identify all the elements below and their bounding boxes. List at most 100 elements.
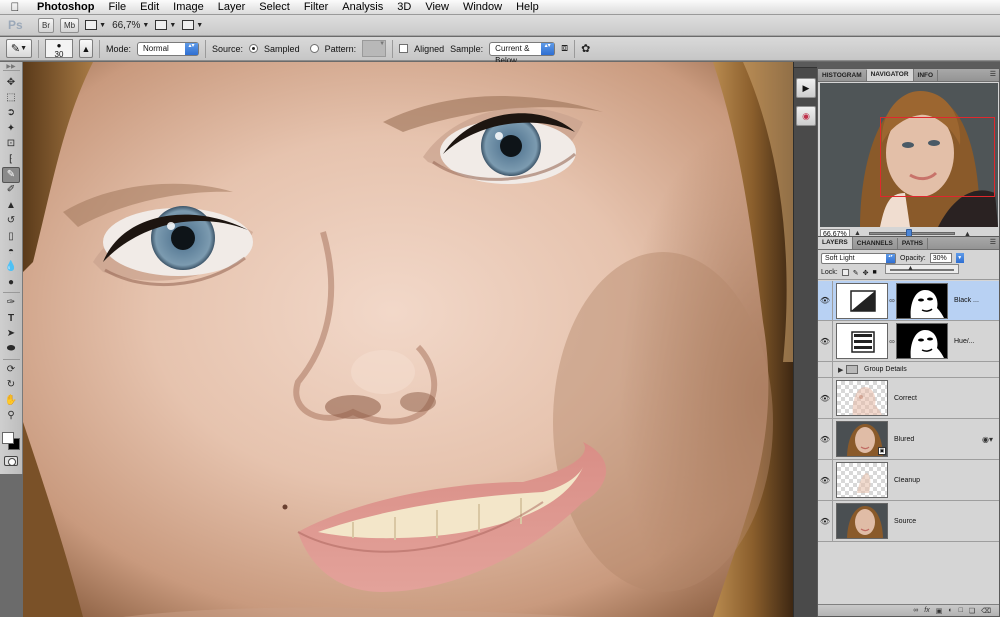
layer-name[interactable]: Group Details	[858, 366, 907, 373]
blend-mode-select[interactable]: Soft Light	[821, 252, 896, 264]
quick-selection-tool-icon[interactable]: ✦	[2, 121, 20, 136]
menu-view[interactable]: View	[418, 0, 456, 15]
blur-tool-icon[interactable]: 💧	[2, 260, 20, 275]
link-icon[interactable]: ∞	[888, 296, 896, 305]
visibility-eye-icon[interactable]: 👁	[818, 501, 833, 541]
lasso-tool-icon[interactable]: ➲	[2, 106, 20, 121]
layer-name[interactable]: Black ...	[948, 297, 979, 304]
marquee-tool-icon[interactable]: ⬚	[2, 90, 20, 105]
color-swatches[interactable]	[1, 430, 21, 452]
menu-layer[interactable]: Layer	[211, 0, 253, 15]
opacity-field[interactable]: 30%	[929, 253, 952, 263]
apple-menu-icon[interactable]: 	[0, 0, 30, 14]
move-tool-icon[interactable]: ✥	[2, 75, 20, 90]
trash-icon[interactable]: ⌫	[981, 607, 991, 615]
opacity-slider-knob[interactable]: ▲	[907, 265, 914, 273]
smart-filter-icon[interactable]: ◉▾	[982, 435, 993, 444]
bridge-button[interactable]: Br	[38, 17, 54, 33]
lock-position-icon[interactable]: ✥	[863, 269, 869, 277]
lock-transparency-icon[interactable]	[841, 269, 849, 276]
link-icon[interactable]: ∞	[913, 607, 918, 614]
arrange-documents-dropdown[interactable]: ▼	[155, 20, 176, 30]
menu-3d[interactable]: 3D	[390, 0, 418, 15]
menu-window[interactable]: Window	[456, 0, 509, 15]
zoom-level-dropdown[interactable]: 66,7% ▼	[112, 20, 149, 31]
panel-menu-icon[interactable]: ☰	[990, 70, 996, 78]
layer-name[interactable]: Blured	[888, 436, 914, 443]
tab-histogram[interactable]: HISTOGRAM	[818, 70, 867, 81]
layer-name[interactable]: Cleanup	[888, 477, 920, 484]
visibility-eye-icon[interactable]: 👁	[818, 419, 833, 459]
mini-bridge-button[interactable]: Mb	[60, 17, 80, 33]
clone-stamp-tool-icon[interactable]: ▲	[2, 198, 20, 213]
screen-mode-dropdown[interactable]: ▼	[182, 20, 203, 30]
layer-name[interactable]: Source	[888, 518, 916, 525]
folder-icon[interactable]: □	[959, 607, 963, 614]
eraser-tool-icon[interactable]: ▯	[2, 229, 20, 244]
layer-mask-thumbnail[interactable]	[896, 323, 948, 359]
tab-navigator[interactable]: NAVIGATOR	[866, 69, 914, 81]
clone-source-panel-button[interactable]: ▲	[79, 39, 93, 58]
layer-name[interactable]: Correct	[888, 395, 917, 402]
eyedropper-tool-icon[interactable]: ⁅	[2, 152, 20, 167]
adjustment-icon[interactable]: ◐	[948, 607, 952, 614]
layer-row[interactable]: 👁 Cleanup	[818, 460, 999, 501]
history-panel-button[interactable]: ◉	[796, 106, 816, 126]
dock-grip[interactable]	[794, 62, 818, 68]
visibility-eye-icon[interactable]: 👁	[818, 281, 833, 320]
actions-panel-button[interactable]: ▶	[796, 78, 816, 98]
layer-mask-thumbnail[interactable]	[896, 282, 948, 319]
healing-brush-tool-icon[interactable]: ✎	[2, 167, 20, 183]
navigator-preview[interactable]	[820, 83, 998, 227]
zoom-tool-icon[interactable]: ⚲	[2, 408, 20, 423]
layer-group-row[interactable]: ▶ Group Details	[818, 362, 999, 378]
quick-mask-icon[interactable]	[4, 455, 18, 466]
pressure-size-icon[interactable]: ✿	[581, 42, 590, 55]
view-extras-dropdown[interactable]: ▼	[85, 20, 106, 30]
paint-bucket-tool-icon[interactable]: ◓	[2, 244, 20, 259]
menu-analysis[interactable]: Analysis	[335, 0, 390, 15]
disclosure-triangle-icon[interactable]: ▶	[833, 366, 843, 374]
path-selection-tool-icon[interactable]: ➤	[2, 326, 20, 341]
navigator-zoom-slider[interactable]	[868, 229, 955, 237]
layer-row[interactable]: 👁 ▣ Blured ◉▾	[818, 419, 999, 460]
tab-info[interactable]: INFO	[914, 70, 939, 81]
aligned-checkbox[interactable]	[399, 44, 409, 53]
layer-name[interactable]: Hue/...	[948, 338, 975, 345]
menu-file[interactable]: File	[101, 0, 133, 15]
fx-icon[interactable]: fx	[924, 607, 929, 614]
menu-select[interactable]: Select	[252, 0, 297, 15]
mask-icon[interactable]: ▣	[936, 607, 943, 615]
brush-tool-icon[interactable]: ✐	[2, 183, 20, 198]
new-layer-icon[interactable]: ❏	[969, 607, 975, 615]
history-brush-tool-icon[interactable]: ↺	[2, 214, 20, 229]
visibility-eye-icon[interactable]: 👁	[818, 460, 833, 500]
pattern-picker[interactable]: ▼	[362, 40, 387, 57]
visibility-eye-icon[interactable]: 👁	[818, 378, 833, 418]
brush-picker[interactable]: ● 30	[45, 39, 73, 59]
navigator-view-box[interactable]	[880, 117, 995, 197]
tool-preset-picker[interactable]: ✎ ▼	[6, 39, 32, 58]
opacity-slider-popup[interactable]: ▲	[885, 264, 959, 274]
hand-tool-icon[interactable]: ✋	[2, 393, 20, 408]
tab-channels[interactable]: CHANNELS	[853, 238, 898, 249]
3d-rotate-tool-icon[interactable]: ⟳	[2, 362, 20, 377]
dodge-tool-icon[interactable]: ●	[2, 275, 20, 290]
pattern-radio[interactable]	[309, 44, 319, 53]
shape-tool-icon[interactable]: ⬬	[2, 342, 20, 357]
crop-tool-icon[interactable]: ⊡	[2, 137, 20, 152]
type-tool-icon[interactable]: T	[2, 311, 20, 326]
layer-row[interactable]: 👁 ∞ Hue/...	[818, 321, 999, 362]
panel-menu-icon[interactable]: ☰	[990, 238, 996, 246]
menu-image[interactable]: Image	[166, 0, 211, 15]
opacity-slider-track[interactable]	[890, 269, 954, 271]
sampled-radio[interactable]	[249, 44, 259, 53]
layer-row[interactable]: 👁 Source	[818, 501, 999, 542]
foreground-color-swatch[interactable]	[2, 431, 14, 444]
menu-app-name[interactable]: Photoshop	[30, 0, 101, 15]
visibility-eye-icon[interactable]	[818, 362, 833, 377]
lock-pixels-icon[interactable]: ✎	[853, 269, 859, 277]
3d-orbit-tool-icon[interactable]: ↻	[2, 377, 20, 392]
menu-filter[interactable]: Filter	[297, 0, 335, 15]
tab-paths[interactable]: PATHS	[898, 238, 928, 249]
